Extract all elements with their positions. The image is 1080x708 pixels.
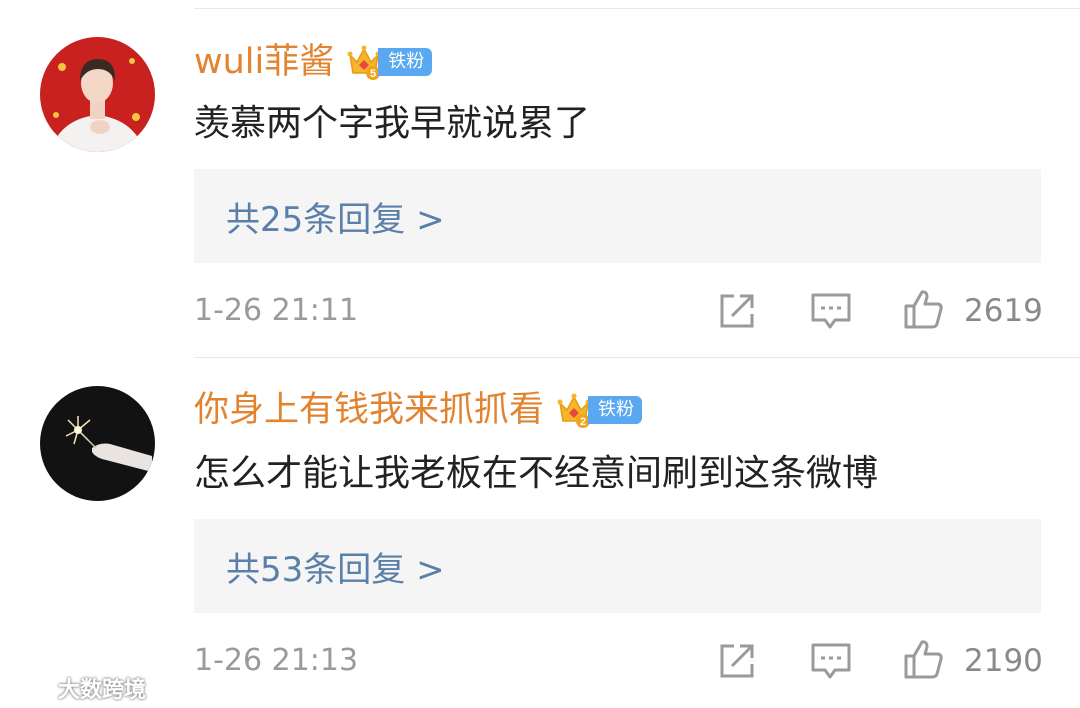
like-count: 2190 [964, 643, 1043, 679]
comment-header: 你身上有钱我来抓抓看 2 铁粉 [194, 390, 643, 430]
weibo-logo-icon [11, 676, 52, 702]
comment-icon[interactable] [810, 290, 852, 332]
view-replies-link[interactable]: 共53条回复 > [226, 542, 445, 591]
reply-summary-box[interactable]: 共25条回复 > [194, 169, 1041, 263]
username[interactable]: 你身上有钱我来抓抓看 [194, 390, 544, 430]
comment-icon[interactable] [810, 640, 852, 682]
avatar[interactable] [40, 37, 155, 152]
reply-summary-box[interactable]: 共53条回复 > [194, 519, 1041, 613]
like-count: 2619 [964, 293, 1043, 329]
watermark-text: 大数跨境 [58, 678, 147, 703]
like-icon[interactable] [902, 638, 944, 680]
comment-divider [194, 357, 1080, 358]
badge-label: 铁粉 [378, 48, 433, 76]
badge-level: 5 [370, 68, 376, 80]
timestamp: 1-26 21:11 [194, 293, 359, 328]
badge-label: 铁粉 [588, 396, 643, 424]
comment-text: 怎么才能让我老板在不经意间刷到这条微博 [194, 453, 879, 494]
avatar[interactable] [40, 386, 155, 501]
like-icon[interactable] [902, 288, 944, 330]
share-icon[interactable] [716, 290, 758, 332]
top-divider [194, 8, 1080, 9]
comment-header: wuli菲酱 5 铁粉 [194, 42, 433, 82]
crown-icon: 2 [557, 393, 591, 428]
fan-badge[interactable]: 2 铁粉 [556, 391, 643, 429]
comment-text: 羡慕两个字我早就说累了 [194, 103, 591, 144]
crown-icon: 5 [347, 45, 381, 80]
timestamp: 1-26 21:13 [194, 643, 359, 678]
badge-level: 2 [580, 416, 586, 428]
username[interactable]: wuli菲酱 [194, 42, 334, 82]
view-replies-link[interactable]: 共25条回复 > [226, 192, 445, 241]
watermark: 大数跨境 [10, 672, 146, 704]
share-icon[interactable] [716, 640, 758, 682]
fan-badge[interactable]: 5 铁粉 [346, 43, 433, 81]
